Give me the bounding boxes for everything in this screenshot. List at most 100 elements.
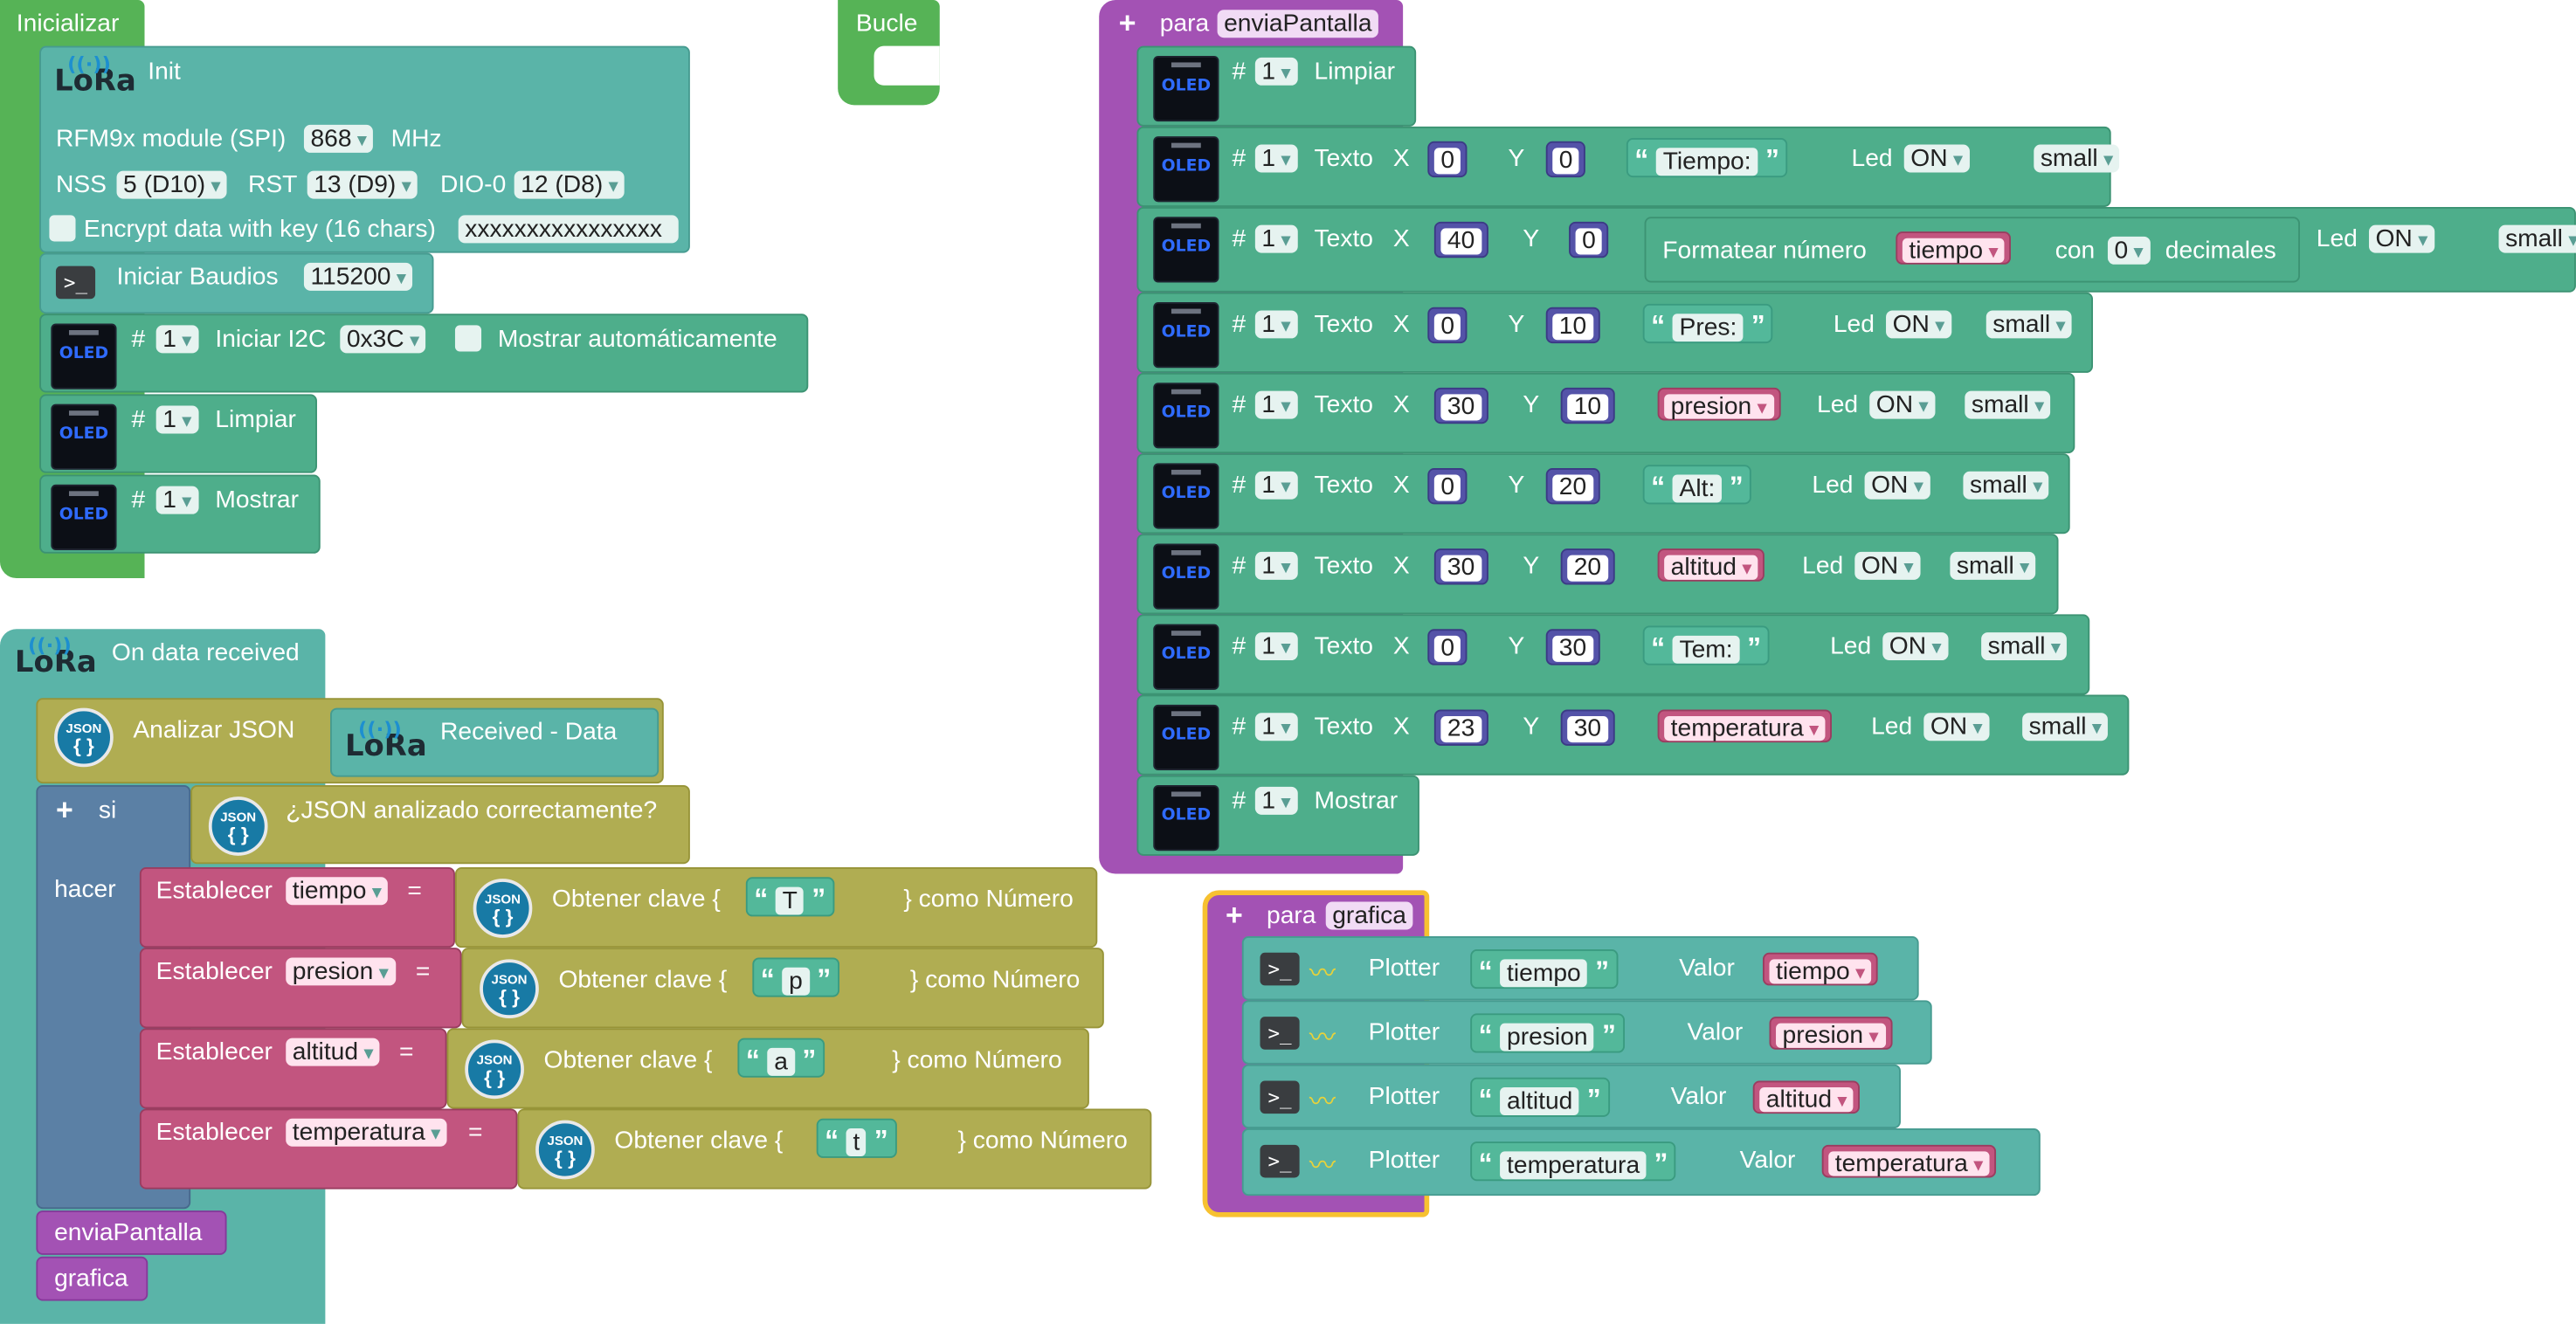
loop-hat-block[interactable]: Bucle <box>838 0 940 106</box>
set-variable-block[interactable]: Establecer tiempo = <box>139 867 455 948</box>
plotter-block[interactable]: >_ 〰 Plotter “ tiempo ” Valor tiempo <box>1241 935 1919 1001</box>
series-name-string[interactable]: “ presion ” <box>1470 1013 1625 1053</box>
variable-block[interactable]: presion <box>1657 387 1780 421</box>
display-number-dropdown[interactable]: 1 <box>1254 471 1298 500</box>
y-number-block[interactable]: 10 <box>1545 307 1600 344</box>
oled-text-block[interactable]: OLED # 1 Texto X 30 Y 10 presion Led ON … <box>1136 372 2075 454</box>
led-dropdown[interactable]: ON <box>1882 632 1949 661</box>
oled-text-block[interactable]: OLED # 1 Texto X 0 Y 30 “ Tem: ” Led ON … <box>1136 614 2090 695</box>
i2c-address-dropdown[interactable]: 0x3C <box>340 325 426 354</box>
display-number-dropdown[interactable]: 1 <box>1254 632 1298 661</box>
get-key-number-block[interactable]: JSON{ } Obtener clave { “ a ” } como Núm… <box>446 1028 1089 1109</box>
plotter-block[interactable]: >_ 〰 Plotter “ presion ” Valor presion <box>1241 1000 1932 1065</box>
x-number-block[interactable]: 0 <box>1427 629 1468 665</box>
y-number-block[interactable]: 30 <box>1560 709 1615 746</box>
variable-block[interactable]: temperatura <box>1657 709 1833 743</box>
frequency-dropdown[interactable]: 868 <box>303 124 374 153</box>
led-dropdown[interactable]: ON <box>2368 224 2434 253</box>
key-text[interactable]: t <box>846 1128 867 1157</box>
oled-text-block[interactable]: OLED # 1 Texto X 0 Y 0 “ Tiempo: ” Led O… <box>1136 126 2120 207</box>
variable-dropdown[interactable]: presion <box>286 957 396 986</box>
y-number-block[interactable]: 0 <box>1545 141 1586 178</box>
y-number-block[interactable]: 30 <box>1545 629 1600 665</box>
oled-show-block[interactable]: OLED # 1 Mostrar <box>1136 775 1419 856</box>
led-dropdown[interactable]: ON <box>1854 551 1921 580</box>
size-dropdown[interactable]: small <box>1981 632 2068 661</box>
x-number-block[interactable]: 0 <box>1427 307 1468 344</box>
display-number-dropdown[interactable]: 1 <box>1254 57 1298 86</box>
variable-block[interactable]: altitud <box>1657 548 1765 582</box>
plotter-block[interactable]: >_ 〰 Plotter “ altitud ” Valor altitud <box>1241 1064 1901 1129</box>
y-number-block[interactable]: 20 <box>1560 548 1615 585</box>
size-dropdown[interactable]: small <box>1963 471 2049 500</box>
procedure-name-field[interactable]: grafica <box>1325 901 1413 930</box>
lora-init-block[interactable]: ((·))LoRa Init RFM9x module (SPI) 868 MH… <box>39 45 690 253</box>
key-text[interactable]: a <box>767 1047 795 1076</box>
display-number-dropdown[interactable]: 1 <box>1254 713 1298 741</box>
display-number-dropdown[interactable]: 1 <box>1254 390 1298 419</box>
auto-show-checkbox[interactable] <box>454 325 482 352</box>
oled-clear-block[interactable]: OLED # 1 Limpiar <box>39 394 317 473</box>
y-number-block[interactable]: 20 <box>1545 467 1600 505</box>
display-number-dropdown[interactable]: 1 <box>1254 144 1298 173</box>
series-name-string[interactable]: “ tiempo ” <box>1470 949 1618 990</box>
call-envia-pantalla-block[interactable]: enviaPantalla <box>36 1210 227 1255</box>
series-name-string[interactable]: “ temperatura ” <box>1470 1141 1676 1182</box>
display-number-dropdown[interactable]: 1 <box>1254 786 1298 815</box>
variable-block[interactable]: tiempo <box>1762 952 1879 986</box>
decimals-dropdown[interactable]: 0 <box>2107 236 2151 265</box>
variable-block[interactable]: tiempo <box>1896 231 2012 265</box>
x-number-block[interactable]: 0 <box>1427 467 1468 505</box>
oled-text-block[interactable]: OLED # 1 Texto X 0 Y 10 “ Pres: ” Led ON… <box>1136 292 2094 373</box>
led-dropdown[interactable]: ON <box>1903 144 1970 173</box>
size-dropdown[interactable]: small <box>1950 551 2036 580</box>
x-number-block[interactable]: 0 <box>1427 141 1468 178</box>
get-key-number-block[interactable]: JSON{ } Obtener clave { “ t ” } como Núm… <box>517 1108 1152 1190</box>
size-dropdown[interactable]: small <box>2022 713 2109 741</box>
display-number-dropdown[interactable]: 1 <box>1254 310 1298 339</box>
parse-json-block[interactable]: JSON{ } Analizar JSON ((·)) LoRa Received… <box>36 698 664 784</box>
string-key-block[interactable]: “ p ” <box>752 957 839 997</box>
add-icon[interactable]: + <box>1226 900 1243 930</box>
variable-block[interactable]: altitud <box>1752 1080 1861 1114</box>
string-key-block[interactable]: “ a ” <box>737 1038 825 1078</box>
x-number-block[interactable]: 30 <box>1433 387 1488 424</box>
variable-dropdown[interactable]: tiempo <box>286 877 389 906</box>
oled-i2c-block[interactable]: OLED # 1 Iniciar I2C 0x3C Mostrar automá… <box>39 314 809 393</box>
encrypt-checkbox[interactable] <box>49 215 76 242</box>
oled-text-block[interactable]: OLED # 1 Texto X 23 Y 30 temperatura Led… <box>1136 694 2130 776</box>
text-string-block[interactable]: “ Alt: ” <box>1642 465 1752 505</box>
size-dropdown[interactable]: small <box>2498 224 2576 253</box>
display-number-dropdown[interactable]: 1 <box>155 405 199 434</box>
led-dropdown[interactable]: ON <box>1923 713 1990 741</box>
variable-dropdown[interactable]: altitud <box>286 1038 381 1066</box>
led-dropdown[interactable]: ON <box>1864 471 1930 500</box>
oled-show-block[interactable]: OLED # 1 Mostrar <box>39 474 321 554</box>
led-dropdown[interactable]: ON <box>1886 310 1952 339</box>
y-number-block[interactable]: 10 <box>1560 387 1615 424</box>
set-variable-block[interactable]: Establecer presion = <box>139 948 462 1029</box>
get-key-number-block[interactable]: JSON{ } Obtener clave { “ p ” } como Núm… <box>461 948 1104 1029</box>
serial-init-block[interactable]: >_ Iniciar Baudios 115200 <box>39 252 434 314</box>
key-text[interactable]: T <box>776 886 805 915</box>
series-name-string[interactable]: “ altitud ” <box>1470 1077 1610 1117</box>
x-number-block[interactable]: 40 <box>1433 221 1488 259</box>
display-number-dropdown[interactable]: 1 <box>1254 224 1298 253</box>
call-grafica-block[interactable]: grafica <box>36 1256 148 1301</box>
text-string-block[interactable]: “ Pres: ” <box>1642 303 1774 344</box>
oled-text-block[interactable]: OLED # 1 Texto X 0 Y 20 “ Alt: ” Led ON … <box>1136 453 2070 534</box>
blockly-workspace[interactable]: Inicializar ((·)) LoRa Init RFM9x module … <box>0 0 2576 1324</box>
display-number-dropdown[interactable]: 1 <box>155 486 199 514</box>
encrypt-key-field[interactable]: xxxxxxxxxxxxxxxx <box>458 215 679 244</box>
add-icon[interactable]: + <box>56 795 73 824</box>
nss-dropdown[interactable]: 5 (D10) <box>116 170 228 199</box>
y-number-block[interactable]: 0 <box>1569 221 1609 259</box>
size-dropdown[interactable]: small <box>2034 144 2120 173</box>
received-data-block[interactable]: ((·)) LoRa Received - Data <box>330 707 660 777</box>
json-valid-condition-block[interactable]: JSON{ } ¿JSON analizado correctamente? <box>190 784 690 865</box>
text-string-block[interactable]: “ Tem: ” <box>1642 625 1770 665</box>
variable-dropdown[interactable]: temperatura <box>286 1118 447 1147</box>
set-variable-block[interactable]: Establecer altitud = <box>139 1028 447 1109</box>
size-dropdown[interactable]: small <box>1986 310 2073 339</box>
get-key-number-block[interactable]: JSON{ } Obtener clave { “ T ” } como Núm… <box>454 867 1098 948</box>
